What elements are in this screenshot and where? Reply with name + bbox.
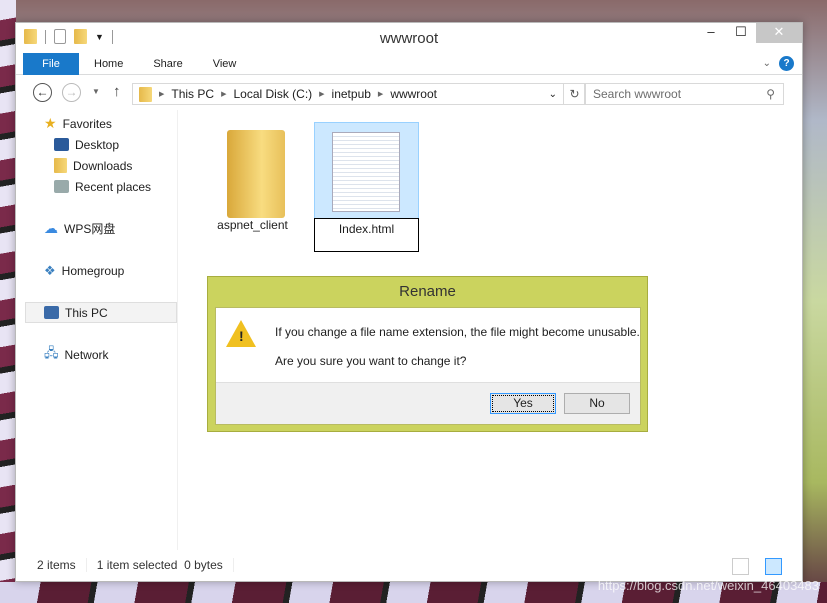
- downloads-icon: [54, 158, 67, 173]
- navigation-bar: ← → ▼ ↑ ▶ This PC ▶ Local Disk (C:) ▶ inetp…: [16, 75, 802, 110]
- cloud-icon: ☁: [44, 220, 58, 236]
- title-bar: ▼ wwwroot – ☐ ✕: [16, 23, 802, 53]
- breadcrumb-inetpub[interactable]: inetpub: [332, 87, 371, 101]
- window-title: wwwroot: [379, 30, 439, 47]
- sidebar-item-label: Desktop: [75, 137, 120, 152]
- sidebar-item-downloads[interactable]: Downloads: [54, 155, 132, 176]
- search-input[interactable]: Search wwwroot ⚲: [584, 83, 784, 105]
- dialog-title: Rename: [399, 283, 456, 300]
- close-button[interactable]: ✕: [756, 23, 802, 43]
- document-icon: [332, 132, 400, 212]
- folder-icon: [227, 130, 285, 218]
- computer-icon: [44, 306, 59, 319]
- rename-input[interactable]: Index.html: [314, 218, 419, 252]
- network-icon: 🖧: [44, 344, 59, 360]
- tab-file[interactable]: File: [23, 52, 79, 75]
- rename-dialog: Rename ! If you change a file name exten…: [207, 276, 648, 432]
- sidebar-item-wps[interactable]: ☁ WPS网盘: [44, 218, 115, 239]
- sidebar-item-label: WPS网盘: [64, 222, 116, 236]
- status-bar: 2 items 1 item selected 0 bytes: [16, 548, 802, 581]
- sidebar-item-favorites[interactable]: ★ Favorites: [44, 113, 112, 134]
- folder-icon: [139, 86, 152, 102]
- refresh-button[interactable]: ↻: [564, 83, 586, 105]
- file-item-aspnet-client[interactable]: aspnet_client: [200, 122, 305, 252]
- recent-places-icon: [54, 180, 69, 193]
- sidebar-item-label: This PC: [65, 305, 108, 320]
- dialog-message: If you change a file name extension, the…: [275, 325, 640, 339]
- sidebar-item-this-pc[interactable]: This PC: [25, 302, 177, 323]
- address-bar[interactable]: ▶ This PC ▶ Local Disk (C:) ▶ inetpub ▶ wwwr…: [132, 83, 564, 105]
- star-icon: ★: [44, 115, 57, 131]
- forward-button[interactable]: →: [62, 83, 81, 102]
- desktop-icon: [54, 138, 69, 151]
- large-icons-view-button[interactable]: [765, 558, 782, 575]
- search-icon: ⚲: [766, 87, 775, 101]
- yes-button[interactable]: Yes: [490, 393, 556, 414]
- sidebar-item-label: Recent places: [75, 179, 152, 194]
- sidebar-item-label: Network: [64, 347, 109, 362]
- sidebar-item-homegroup[interactable]: ❖ Homegroup: [44, 260, 124, 281]
- sidebar-item-desktop[interactable]: Desktop: [54, 134, 119, 155]
- navigation-pane: ★ Favorites Desktop Downloads Recent plac…: [16, 110, 178, 550]
- file-name: aspnet_client: [217, 218, 288, 232]
- sidebar-item-label: Homegroup: [61, 263, 125, 278]
- tab-view[interactable]: View: [198, 53, 252, 75]
- maximize-button[interactable]: ☐: [726, 23, 756, 43]
- ribbon-tabs: File Home Share View ⌄?: [16, 52, 802, 75]
- up-button[interactable]: ↑: [113, 83, 121, 100]
- homegroup-icon: ❖: [44, 262, 56, 278]
- watermark: https://blog.csdn.net/weixin_46403483: [597, 578, 819, 593]
- details-view-button[interactable]: [732, 558, 749, 575]
- dialog-question: Are you sure you want to change it?: [275, 354, 467, 368]
- tab-home[interactable]: Home: [79, 53, 138, 75]
- file-item-index-html[interactable]: Index.html: [314, 122, 419, 252]
- expand-ribbon-icon[interactable]: ⌄: [763, 58, 771, 69]
- desktop-background: [0, 0, 16, 603]
- sidebar-item-label: Downloads: [73, 158, 133, 173]
- breadcrumb-wwwroot[interactable]: wwwroot: [390, 87, 437, 101]
- help-icon[interactable]: ?: [779, 56, 794, 71]
- back-button[interactable]: ←: [33, 83, 52, 102]
- address-dropdown-icon[interactable]: ⌄: [549, 89, 557, 100]
- sidebar-item-label: Favorites: [62, 116, 112, 131]
- recent-locations-icon[interactable]: ▼: [92, 87, 100, 96]
- minimize-button[interactable]: –: [696, 23, 726, 43]
- tab-share[interactable]: Share: [138, 53, 197, 75]
- sidebar-item-network[interactable]: 🖧 Network: [44, 344, 109, 365]
- breadcrumb-local-disk[interactable]: Local Disk (C:): [233, 87, 312, 101]
- no-button[interactable]: No: [564, 393, 630, 414]
- search-placeholder: Search wwwroot: [593, 87, 682, 101]
- breadcrumb-this-pc[interactable]: This PC: [171, 87, 214, 101]
- item-count: 2 items: [37, 557, 87, 572]
- selection-info: 1 item selected 0 bytes: [97, 557, 234, 572]
- warning-icon: !: [226, 320, 256, 347]
- sidebar-item-recent-places[interactable]: Recent places: [54, 176, 151, 197]
